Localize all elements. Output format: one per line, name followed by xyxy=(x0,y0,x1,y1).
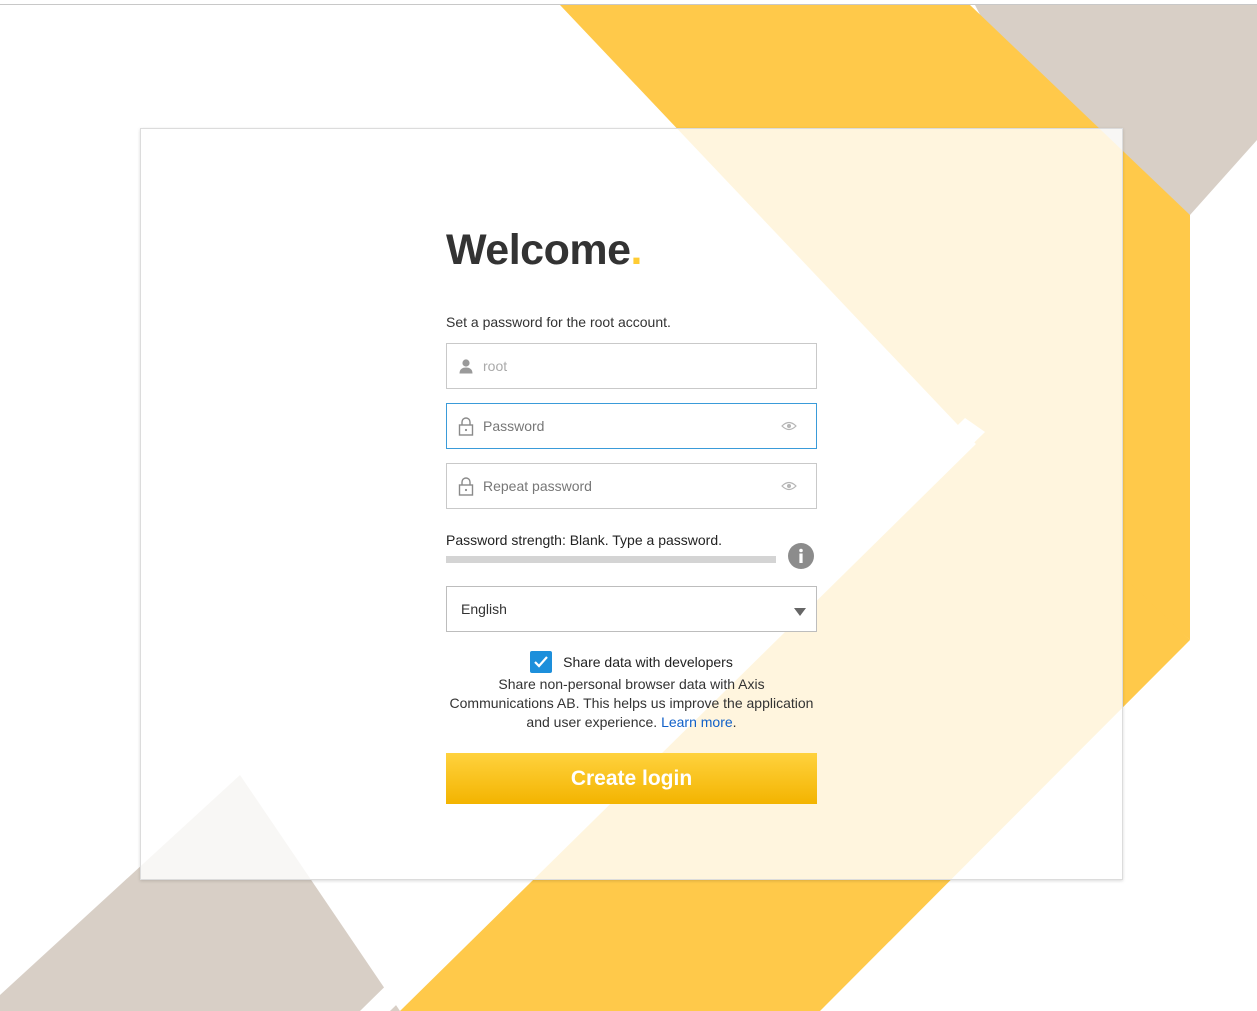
share-data-description-text: Share non-personal browser data with Axi… xyxy=(449,676,814,730)
eye-icon[interactable] xyxy=(780,420,798,432)
username-field xyxy=(446,343,817,389)
lock-icon xyxy=(457,416,475,436)
eye-icon[interactable] xyxy=(780,480,798,492)
learn-more-link[interactable]: Learn more xyxy=(661,714,733,730)
info-icon[interactable] xyxy=(787,542,815,570)
title-text: Welcome xyxy=(446,226,631,274)
setup-card: Welcome. Set a password for the root acc… xyxy=(140,128,1123,880)
caret-down-icon xyxy=(794,604,806,616)
top-divider xyxy=(0,4,1257,5)
lock-icon xyxy=(457,476,475,496)
language-select[interactable]: English xyxy=(446,586,817,632)
title-accent-dot: . xyxy=(630,226,643,274)
learn-more-suffix: . xyxy=(732,714,737,730)
page: Welcome. Set a password for the root acc… xyxy=(0,0,1257,1011)
checkmark-icon xyxy=(534,656,548,668)
repeat-password-field[interactable] xyxy=(446,463,817,509)
password-field[interactable] xyxy=(446,403,817,449)
password-strength-bar xyxy=(446,556,776,563)
share-data-label: Share data with developers xyxy=(563,654,733,670)
share-data-checkbox[interactable] xyxy=(530,651,553,673)
username-input xyxy=(483,351,816,381)
share-data-description: Share non-personal browser data with Axi… xyxy=(446,675,817,732)
create-login-button[interactable]: Create login xyxy=(446,753,817,804)
password-strength-label: Password strength: Blank. Type a passwor… xyxy=(446,532,722,548)
language-select-value: English xyxy=(461,601,507,617)
page-subtitle: Set a password for the root account. xyxy=(446,314,671,330)
page-title: Welcome. xyxy=(446,225,642,275)
user-icon xyxy=(457,356,475,376)
password-input[interactable] xyxy=(483,411,780,441)
share-data-row: Share data with developers xyxy=(446,651,817,673)
repeat-password-input[interactable] xyxy=(483,471,780,501)
